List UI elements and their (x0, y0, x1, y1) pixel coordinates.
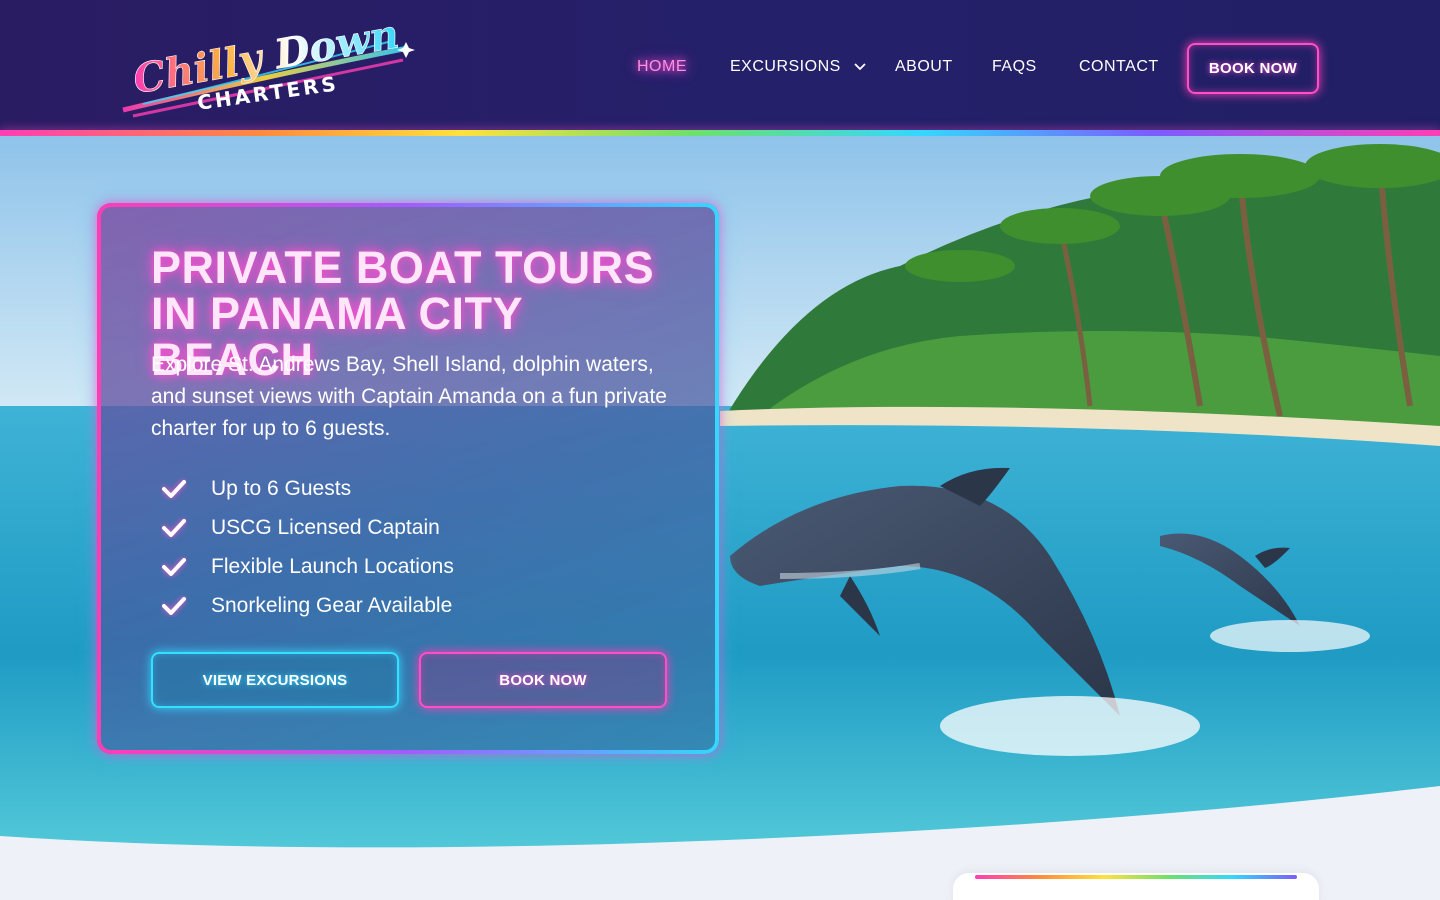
feature-label: Snorkeling Gear Available (211, 593, 453, 617)
chilly-down-charters-logo[interactable]: Chilly Down CHARTERS (118, 8, 418, 124)
feature-item: USCG Licensed Captain (161, 508, 454, 547)
next-section-card (953, 873, 1319, 900)
check-icon (162, 479, 186, 498)
chevron-down-icon (854, 63, 866, 71)
check-icon (162, 596, 186, 615)
nav-contact[interactable]: CONTACT (1079, 58, 1159, 76)
nav-excursions-label: EXCURSIONS (730, 58, 841, 75)
header-book-now-button[interactable]: BOOK NOW (1187, 43, 1319, 94)
hero-section: PRIVATE BOAT TOURS IN PANAMA CITY BEACH … (0, 136, 1440, 900)
feature-label: Up to 6 Guests (211, 476, 352, 500)
hero-info-card: PRIVATE BOAT TOURS IN PANAMA CITY BEACH … (97, 203, 719, 754)
feature-label: USCG Licensed Captain (211, 515, 440, 539)
view-excursions-button[interactable]: VIEW EXCURSIONS (151, 652, 399, 708)
feature-item: Flexible Launch Locations (161, 547, 454, 586)
hero-book-now-button[interactable]: BOOK NOW (419, 652, 667, 708)
feature-item: Snorkeling Gear Available (161, 586, 454, 625)
hero-description: Explore St. Andrews Bay, Shell Island, d… (151, 353, 667, 440)
feature-label: Flexible Launch Locations (211, 554, 454, 578)
nav-about[interactable]: ABOUT (895, 58, 953, 76)
nav-faqs[interactable]: FAQS (992, 58, 1037, 76)
site-header: Chilly Down CHARTERS HOME EXCURSIONS ABO… (0, 0, 1440, 132)
card-rainbow-accent (975, 875, 1297, 879)
nav-home[interactable]: HOME (637, 58, 687, 76)
check-icon (162, 557, 186, 576)
nav-excursions[interactable]: EXCURSIONS (730, 58, 866, 76)
feature-item: Up to 6 Guests (161, 469, 454, 508)
feature-list: Up to 6 Guests USCG Licensed Captain Fle… (161, 469, 454, 625)
check-icon (162, 518, 186, 537)
